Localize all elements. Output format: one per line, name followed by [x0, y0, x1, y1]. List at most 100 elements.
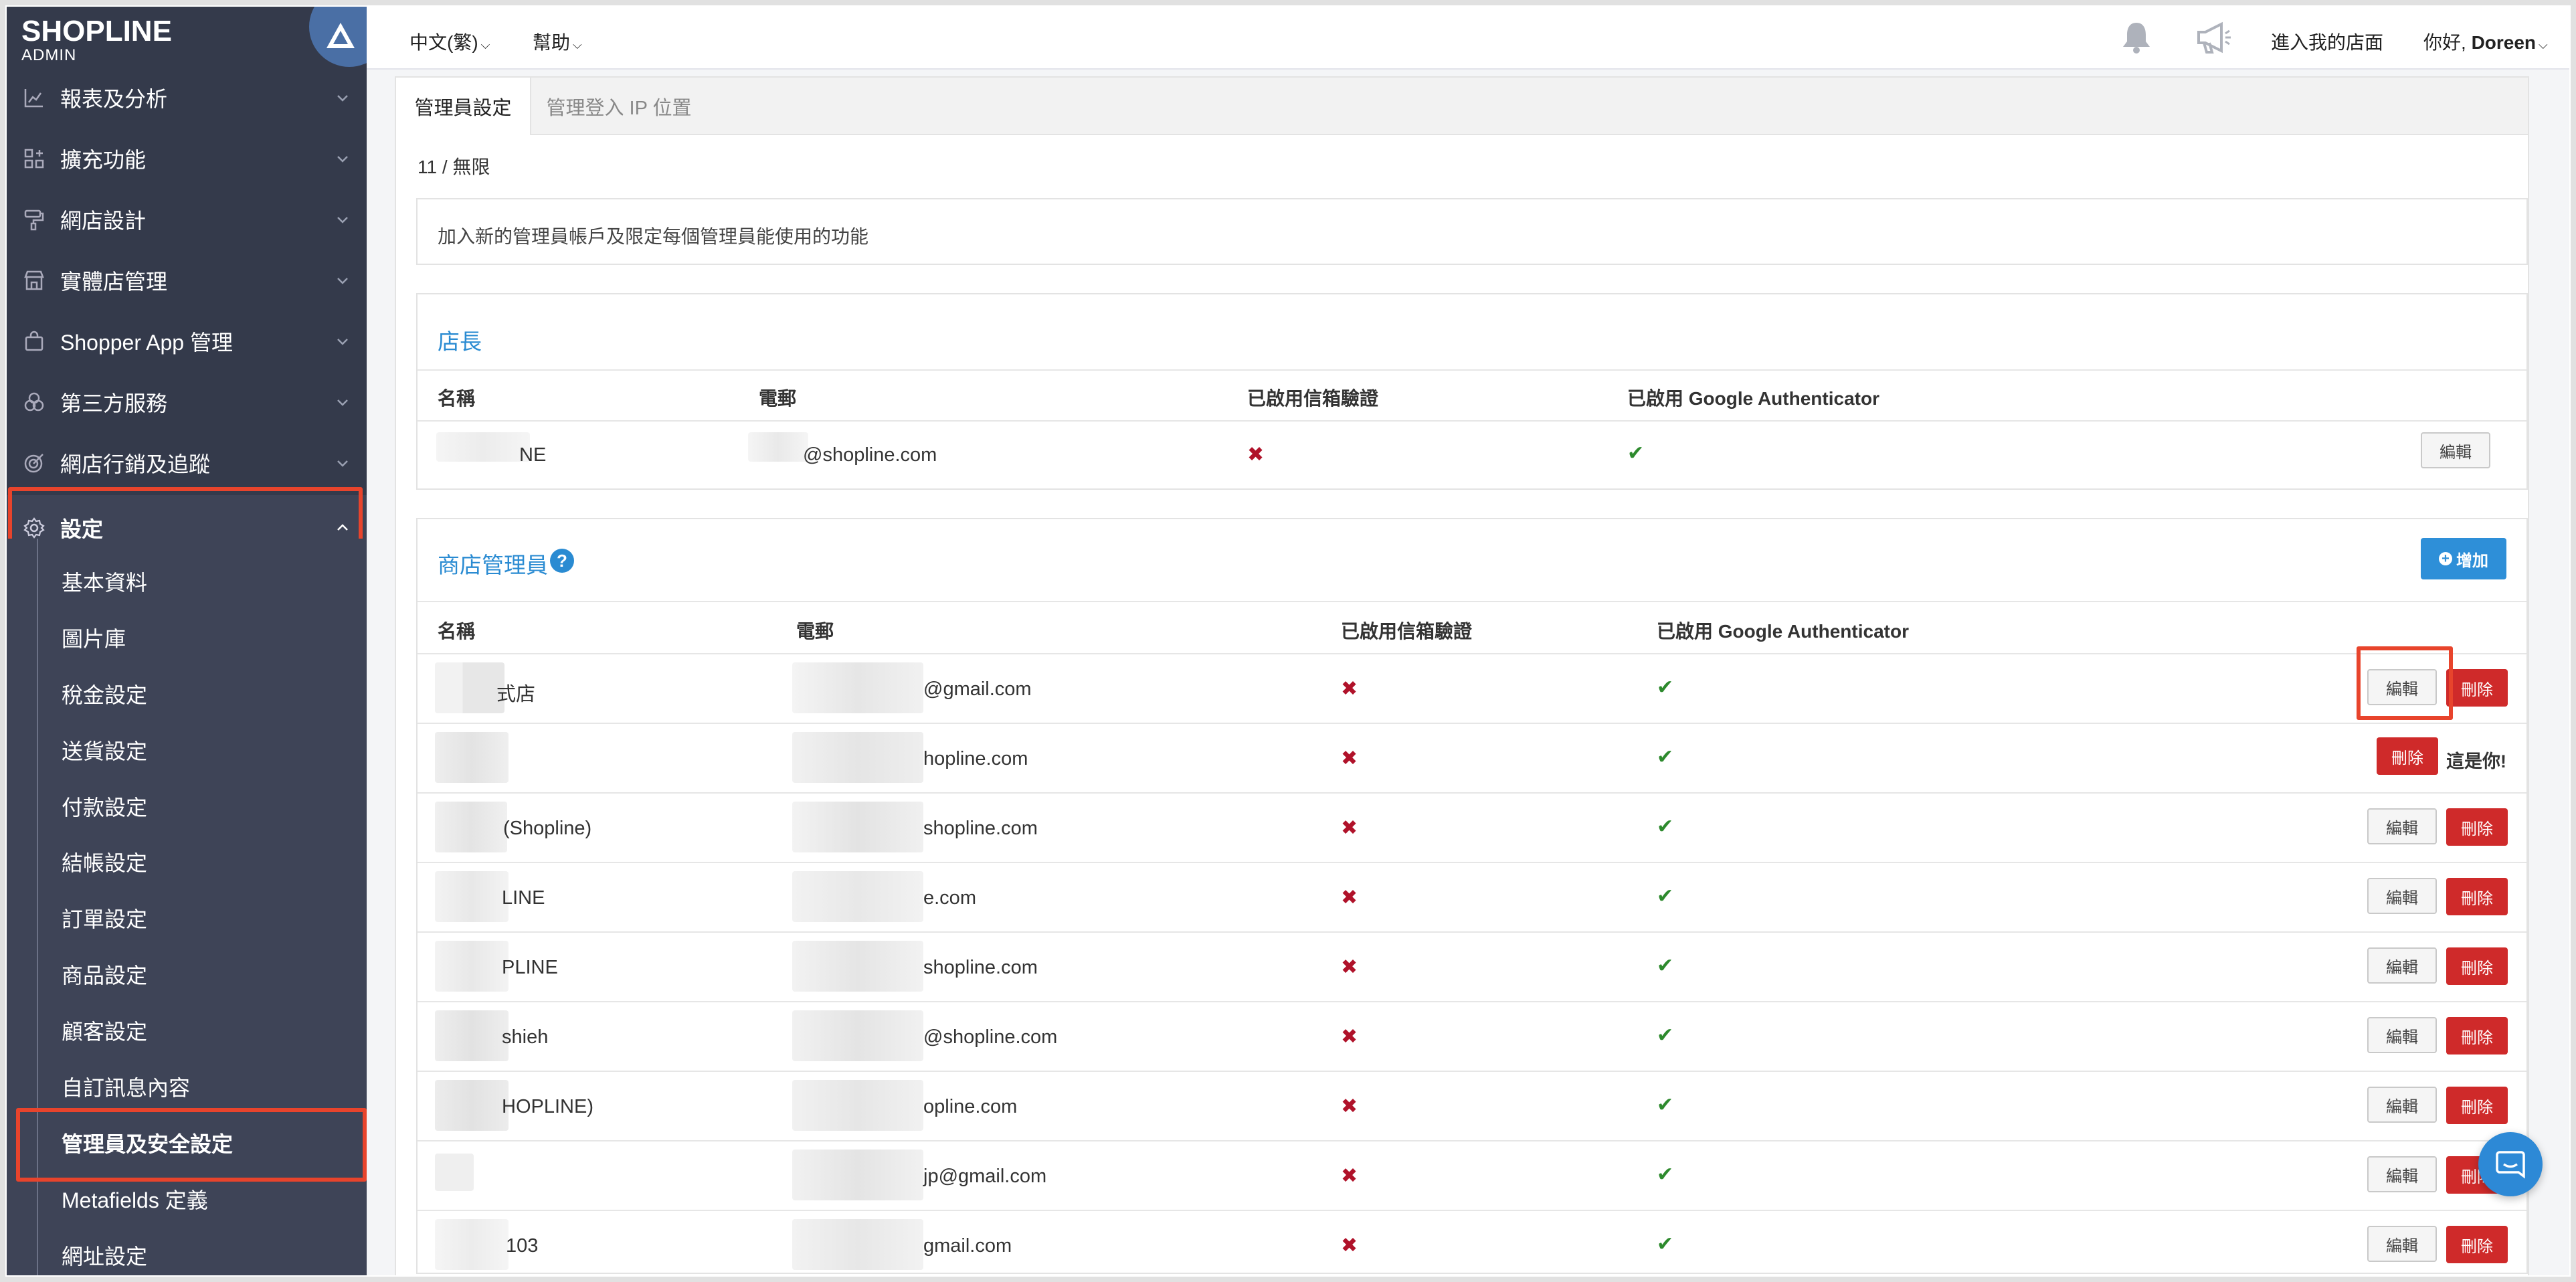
admin-security-highlight-box [16, 1108, 367, 1182]
add-admin-button[interactable]: + 增加 [2421, 538, 2506, 579]
check-icon: ✔ [1657, 955, 1674, 977]
redacted-name [435, 662, 504, 713]
submenu-item-order[interactable]: 訂單設定 [62, 903, 147, 933]
bell-icon[interactable] [2120, 20, 2153, 55]
divider [418, 931, 2526, 933]
submenu-item-metafields[interactable]: Metafields 定義 [62, 1184, 208, 1214]
edit-button[interactable]: 編輯 [2367, 878, 2437, 914]
sidebar-item-label: 第三方服務 [60, 391, 168, 416]
delete-button[interactable]: 刪除 [2446, 1017, 2508, 1055]
tab-admin-settings[interactable]: 管理員設定 [396, 78, 531, 135]
check-icon: ✔ [1657, 816, 1674, 838]
submenu-item-product[interactable]: 商品設定 [62, 959, 147, 990]
admin-email: opline.com [923, 1096, 1018, 1117]
delete-button[interactable]: 刪除 [2446, 1087, 2508, 1124]
delete-button[interactable]: 刪除 [2446, 878, 2508, 915]
delete-button[interactable]: 刪除 [2446, 947, 2508, 985]
admin-email: jp@gmail.com [923, 1166, 1047, 1187]
cross-icon: ✖ [1341, 1165, 1358, 1187]
top-bar: 中文(繁) ⌵ 幫助 ⌵ 進入我的店面 你好, Doreen ⌵ [367, 7, 2569, 70]
edit-button[interactable]: 編輯 [2367, 947, 2437, 984]
delete-button[interactable]: 刪除 [2446, 669, 2508, 707]
edit-button[interactable]: 編輯 [2367, 1087, 2437, 1123]
brand-name: SHOPLINE [21, 15, 172, 48]
submenu-item-customer[interactable]: 顧客設定 [62, 1015, 147, 1046]
redacted-email [792, 941, 923, 992]
plus-circle-icon: + [2439, 552, 2452, 565]
help-label: 幫助 [533, 32, 571, 53]
submenu-item-delivery[interactable]: 送貨設定 [62, 735, 147, 765]
tab-ip-whitelist[interactable]: 管理登入 IP 位置 [533, 78, 705, 135]
submenu-item-tax[interactable]: 稅金設定 [62, 678, 147, 709]
sidebar-item-third-party[interactable]: 第三方服務 [7, 373, 367, 431]
divider [418, 792, 2526, 794]
user-menu[interactable]: 你好, Doreen ⌵ [2423, 28, 2548, 55]
submenu-item-custom-messages[interactable]: 自訂訊息內容 [62, 1071, 190, 1102]
chevron-down-icon [337, 217, 348, 223]
redacted-name [435, 732, 509, 783]
circles-icon [24, 392, 44, 411]
submenu-item-url[interactable]: 網址設定 [62, 1240, 147, 1271]
edit-button[interactable]: 編輯 [2367, 1017, 2437, 1053]
owner-name: NE [519, 444, 547, 466]
language-dropdown[interactable]: 中文(繁) ⌵ [409, 28, 490, 55]
shopline-logo[interactable]: SHOPLINE ADMIN [21, 16, 172, 64]
divider [418, 1210, 2526, 1211]
delete-button[interactable]: 刪除 [2446, 1226, 2508, 1263]
megaphone-icon[interactable] [2195, 21, 2232, 55]
redacted-email [792, 871, 923, 922]
redacted-name [435, 802, 507, 852]
sidebar-item-retail-store[interactable]: 實體店管理 [7, 252, 367, 309]
submenu-item-payment[interactable]: 付款設定 [62, 791, 147, 822]
owner-edit-button[interactable]: 編輯 [2421, 432, 2490, 468]
divider [418, 369, 2526, 371]
edit-button[interactable]: 編輯 [2367, 1156, 2437, 1192]
chevron-down-icon [337, 399, 348, 406]
owner-email: @shopline.com [803, 444, 937, 466]
target-icon [24, 454, 43, 473]
sidebar-item-reports[interactable]: 報表及分析 [7, 69, 367, 126]
cross-icon: ✖ [1341, 956, 1358, 978]
redacted-email [792, 662, 923, 713]
visit-store-link[interactable]: 進入我的店面 [2271, 28, 2383, 55]
redacted-email [792, 732, 923, 783]
sidebar-item-label: 報表及分析 [60, 87, 168, 111]
submenu-item-checkout[interactable]: 結帳設定 [62, 846, 147, 877]
sidebar-item-apps[interactable]: 擴充功能 [7, 130, 367, 187]
sidebar-item-marketing[interactable]: 網店行銷及追蹤 [7, 434, 367, 492]
submenu-item-basic-info[interactable]: 基本資料 [62, 566, 147, 597]
column-header-email: 電郵 [759, 388, 797, 409]
brand-subtitle: ADMIN [21, 46, 77, 64]
divider [418, 723, 2526, 724]
edit-button[interactable]: 編輯 [2367, 1226, 2437, 1262]
divider [418, 1001, 2526, 1002]
help-circle-icon[interactable]: ? [550, 549, 574, 573]
chevron-down-icon [337, 95, 348, 102]
admin-name: (Shopline) [503, 818, 592, 839]
redacted-name [435, 1154, 474, 1191]
cross-icon: ✖ [1341, 817, 1358, 839]
admins-panel: 商店管理員 ? + 增加 名稱 電郵 已啟用信箱驗證 已啟用 Google Au… [416, 518, 2528, 1274]
admin-name: HOPLINE) [502, 1096, 593, 1117]
divider [418, 862, 2526, 863]
chat-support-button[interactable] [2478, 1132, 2543, 1196]
sidebar-item-label: 擴充功能 [60, 148, 147, 172]
sidebar-item-shopper-app[interactable]: Shopper App 管理 [7, 312, 367, 370]
delete-button[interactable]: 刪除 [2446, 808, 2508, 846]
chevron-down-icon [337, 460, 348, 467]
admin-email: hopline.com [923, 748, 1028, 769]
cross-icon: ✖ [1341, 1026, 1358, 1048]
redacted-email [792, 1080, 923, 1131]
sidebar-item-label: 實體店管理 [60, 270, 168, 294]
delete-button[interactable]: 刪除 [2377, 737, 2438, 775]
divider [418, 420, 2526, 422]
edit-button[interactable]: 編輯 [2367, 808, 2437, 844]
owner-title: 店長 [438, 329, 482, 354]
help-dropdown[interactable]: 幫助 ⌵ [533, 28, 582, 55]
redacted-email [792, 1010, 923, 1061]
sidebar-item-design[interactable]: 網店設計 [7, 191, 367, 248]
chevron-down-icon: ⌵ [573, 38, 582, 52]
store-icon [24, 270, 44, 290]
divider [418, 1071, 2526, 1072]
submenu-item-media[interactable]: 圖片庫 [62, 622, 126, 653]
